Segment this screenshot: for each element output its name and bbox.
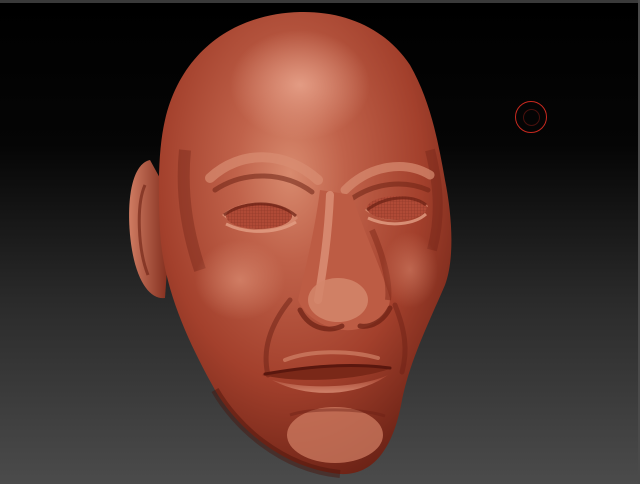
sculpt-viewport[interactable] [0,0,640,484]
brush-cursor-icon [515,101,547,133]
sculpted-head-icon[interactable] [0,0,640,484]
